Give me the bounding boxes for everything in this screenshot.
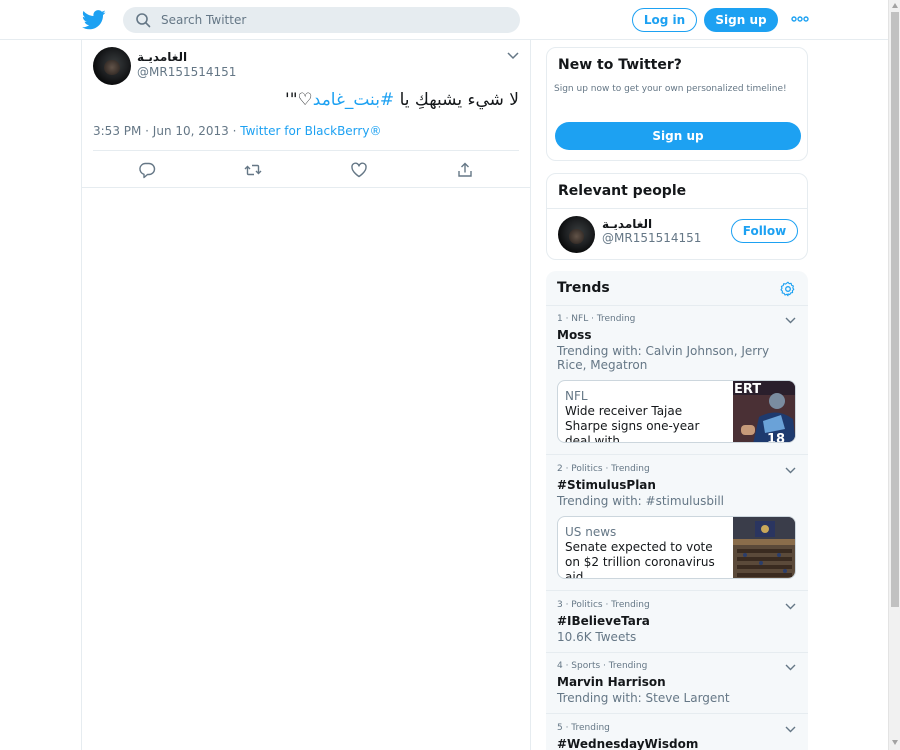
trend-meta: 5 · Trending [557, 723, 610, 733]
tweet-author-handle[interactable]: @MR151514151 [137, 65, 236, 79]
chevron-down-icon[interactable] [785, 664, 796, 671]
login-button[interactable]: Log in [632, 8, 697, 32]
trend-name[interactable]: #IBelieveTara [557, 614, 650, 628]
main-timeline-column: الغامديـة @MR151514151 لا شيء يشبهكِ يا … [81, 40, 531, 750]
trend-meta: 4 · Sports · Trending [557, 661, 648, 671]
tweet-text-part: لا شيء يشبهكِ يا [394, 90, 519, 110]
signup-button-large[interactable]: Sign up [555, 122, 801, 150]
retweet-icon [244, 164, 262, 176]
trend-name[interactable]: Marvin Harrison [557, 675, 666, 689]
top-navigation-bar: Log in Sign up [0, 0, 888, 40]
chevron-down-icon[interactable] [785, 467, 796, 474]
follow-button[interactable]: Follow [731, 219, 798, 243]
tweet-metadata: 3:53 PM · Jun 10, 2013 · Twitter for Bla… [93, 124, 381, 138]
like-icon [351, 162, 367, 178]
tweet-source-link[interactable]: Twitter for BlackBerry® [240, 124, 381, 138]
trend-name[interactable]: Moss [557, 328, 591, 342]
scroll-thumb[interactable] [891, 12, 899, 607]
avatar[interactable] [558, 216, 595, 253]
news-card[interactable]: NFL Wide receiver Tajae Sharpe signs one… [557, 380, 796, 443]
divider [93, 150, 519, 151]
trend-meta: 2 · Politics · Trending [557, 464, 650, 474]
news-category: NFL [565, 389, 588, 403]
chevron-down-icon[interactable] [785, 317, 796, 324]
divider [546, 454, 808, 455]
trend-subtitle: Trending with: Calvin Johnson, Jerry Ric… [557, 344, 770, 372]
reply-button[interactable] [138, 161, 156, 179]
trend-meta: 1 · NFL · Trending [557, 314, 636, 324]
divider [546, 652, 808, 653]
tweet-timestamp[interactable]: 3:53 PM · Jun 10, 2013 [93, 124, 229, 138]
tweet-text-part: ♡"' [285, 90, 313, 110]
scroll-down-arrow-icon[interactable] [892, 740, 898, 745]
news-card[interactable]: US news Senate expected to vote on $2 tr… [557, 516, 796, 579]
relevant-people-card: Relevant people الغامديـة @MR151514151 F… [546, 173, 808, 260]
tweet[interactable]: الغامديـة @MR151514151 لا شيء يشبهكِ يا … [82, 40, 530, 188]
trend-meta: 3 · Politics · Trending [557, 600, 650, 610]
settings-gear-icon[interactable] [780, 281, 796, 297]
chevron-down-icon[interactable] [785, 726, 796, 733]
chevron-down-icon[interactable] [785, 603, 796, 610]
twitter-logo-icon[interactable] [82, 9, 106, 31]
signup-button[interactable]: Sign up [704, 8, 778, 32]
new-to-twitter-card: New to Twitter? Sign up now to get your … [546, 47, 808, 161]
tweet-author-name[interactable]: الغامديـة [137, 50, 187, 64]
search-icon [136, 13, 151, 28]
more-options-icon[interactable] [791, 13, 809, 25]
avatar[interactable] [93, 47, 131, 85]
divider [546, 305, 808, 306]
tweet-hashtag-link[interactable]: #بنت_غامد [313, 90, 394, 110]
retweet-button[interactable] [244, 161, 262, 179]
trend-subtitle: Trending with: #stimulusbill [557, 494, 724, 508]
share-icon [458, 162, 472, 177]
news-category: US news [565, 525, 617, 539]
trend-subtitle: Trending with: Steve Largent [557, 691, 730, 705]
person-handle[interactable]: @MR151514151 [602, 231, 701, 245]
svg-text:ERT: ERT [734, 382, 761, 397]
news-headline: Senate expected to vote on $2 trillion c… [565, 540, 715, 579]
trend-name[interactable]: #StimulusPlan [557, 478, 656, 492]
senate-chamber-thumbnail [733, 517, 795, 578]
svg-text:18: 18 [767, 432, 785, 443]
reply-icon [139, 162, 156, 179]
card-title: Relevant people [558, 183, 687, 199]
divider [546, 590, 808, 591]
card-title: New to Twitter? [558, 57, 682, 73]
person-name[interactable]: الغامديـة [602, 217, 652, 231]
card-description: Sign up now to get your own personalized… [554, 84, 787, 94]
page-scrollbar[interactable] [888, 0, 900, 750]
meta-separator: · [228, 124, 241, 138]
trend-subtitle: 10.6K Tweets [557, 630, 637, 644]
news-headline: Wide receiver Tajae Sharpe signs one-yea… [565, 404, 700, 443]
like-button[interactable] [350, 161, 368, 179]
trends-card: Trends 1 · NFL · Trending Moss Trending … [546, 271, 808, 750]
divider [547, 208, 807, 209]
scroll-up-arrow-icon[interactable] [892, 3, 898, 8]
search-box[interactable] [123, 7, 520, 33]
football-player-thumbnail: ERT 18 [733, 381, 795, 443]
search-input[interactable] [161, 10, 501, 30]
chevron-down-icon[interactable] [507, 52, 519, 60]
share-button[interactable] [456, 161, 474, 179]
tweet-text: لا شيء يشبهكِ يا #بنت_غامد♡"' [93, 90, 519, 110]
divider [546, 713, 808, 714]
trend-name[interactable]: #WednesdayWisdom [557, 737, 698, 750]
card-title: Trends [557, 280, 610, 296]
